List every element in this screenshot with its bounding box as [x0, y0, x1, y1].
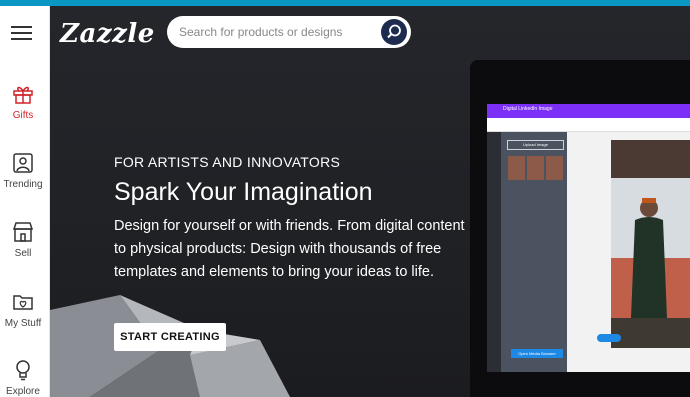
storefront-icon — [12, 222, 34, 242]
hero-kicker: FOR ARTISTS AND INNOVATORS — [114, 154, 341, 170]
editor-photo-top — [611, 140, 690, 178]
editor-thumbnail — [508, 156, 525, 180]
editor-toolbar — [487, 118, 690, 132]
editor-tool-rail — [487, 132, 501, 372]
hero-body-text: Design for yourself or with friends. Fro… — [114, 218, 465, 280]
zazzle-logo[interactable]: Zazzle — [60, 19, 155, 49]
trending-icon — [13, 153, 33, 173]
rail-item-label: Sell — [14, 248, 32, 259]
search-button[interactable] — [381, 19, 407, 45]
editor-screenshot: Digital LinkedIn Image Upload Image Open… — [487, 104, 690, 372]
editor-photo-main — [611, 178, 690, 318]
editor-zoom-control — [597, 334, 621, 342]
start-creating-button[interactable]: START CREATING — [114, 323, 226, 351]
lightbulb-icon — [16, 360, 30, 381]
editor-title: Digital LinkedIn Image — [503, 106, 553, 112]
rail-item-label: Gifts — [12, 110, 34, 121]
rail-item-label: My Stuff — [4, 318, 42, 329]
search-input[interactable] — [179, 22, 379, 42]
rail-item-gifts[interactable]: Gifts — [0, 82, 46, 121]
left-nav-rail: Gifts Trending Sell My Stuff Explore — [0, 6, 50, 397]
rail-item-label: Trending — [3, 179, 43, 190]
rail-item-explore[interactable]: Explore — [0, 358, 46, 397]
rail-item-trending[interactable]: Trending — [0, 151, 46, 190]
hero-headline: Spark Your Imagination — [114, 178, 373, 206]
folder-heart-icon — [13, 295, 33, 310]
editor-thumbnail — [527, 156, 544, 180]
person-photo — [611, 178, 690, 318]
editor-upload-button: Upload Image — [507, 140, 564, 150]
rail-item-my-stuff[interactable]: My Stuff — [0, 290, 46, 329]
gift-icon — [13, 86, 33, 104]
editor-thumbnail — [546, 156, 563, 180]
editor-browse-button: Open Media Browser — [511, 349, 563, 358]
editor-photo-bottom — [611, 318, 690, 348]
search-bar — [167, 16, 411, 48]
rail-item-label: Explore — [6, 386, 40, 397]
search-icon — [387, 24, 401, 39]
hamburger-menu-icon[interactable] — [11, 26, 32, 40]
rail-item-sell[interactable]: Sell — [0, 220, 46, 259]
